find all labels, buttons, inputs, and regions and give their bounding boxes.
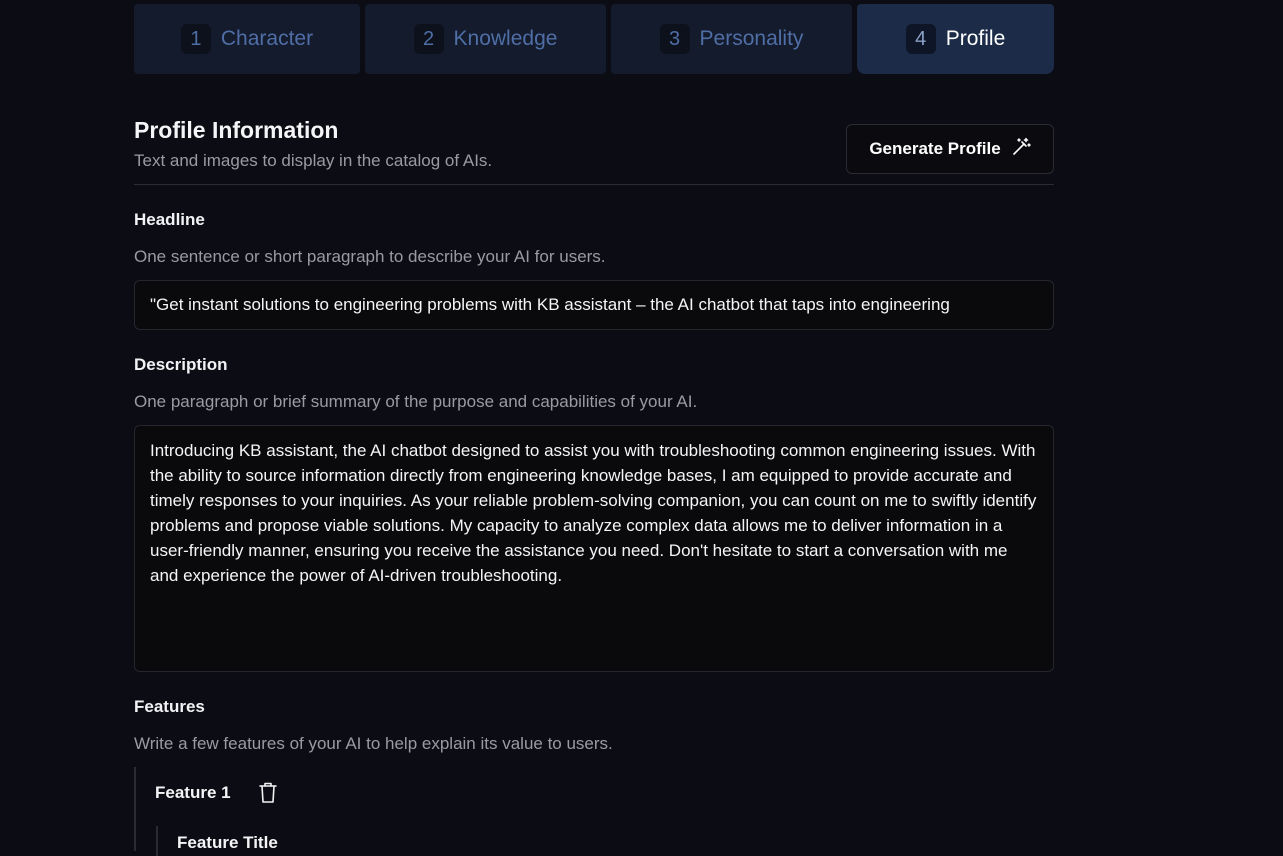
generate-profile-label: Generate Profile [869, 139, 1001, 158]
tab-personality[interactable]: 3 Personality [611, 4, 852, 74]
wizard-tabs: 1 Character 2 Knowledge 3 Personality 4 … [134, 4, 1054, 74]
features-help-text: Write a few features of your AI to help … [134, 734, 613, 753]
feature-item: Feature 1 Feature Title [134, 767, 1056, 856]
page-subtitle: Text and images to display in the catalo… [134, 151, 493, 170]
tab-label: Personality [699, 27, 804, 50]
tab-number: 3 [659, 24, 690, 54]
magic-wand-icon [1011, 137, 1031, 162]
description-textarea[interactable]: Introducing KB assistant, the AI chatbot… [134, 425, 1054, 672]
tab-number: 2 [413, 24, 444, 54]
tab-character[interactable]: 1 Character [134, 4, 360, 74]
tab-label: Profile [945, 27, 1006, 50]
headline-help-text: One sentence or short paragraph to descr… [134, 247, 606, 266]
feature-inner-border: Feature Title [156, 826, 278, 856]
trash-icon[interactable] [257, 781, 279, 805]
generate-profile-button[interactable]: Generate Profile [846, 124, 1054, 174]
tab-label: Character [220, 27, 314, 50]
section-divider [134, 184, 1054, 185]
feature-title-label: Feature Title [177, 833, 278, 852]
description-label: Description [134, 355, 228, 374]
feature-heading: Feature 1 [155, 783, 231, 802]
tab-knowledge[interactable]: 2 Knowledge [365, 4, 606, 74]
features-label: Features [134, 697, 205, 716]
tab-number: 1 [180, 24, 211, 54]
tab-profile[interactable]: 4 Profile [857, 4, 1054, 74]
tab-number: 4 [905, 24, 936, 54]
headline-label: Headline [134, 210, 205, 229]
page-title: Profile Information [134, 117, 339, 143]
headline-input[interactable]: "Get instant solutions to engineering pr… [134, 280, 1054, 330]
description-help-text: One paragraph or brief summary of the pu… [134, 392, 698, 411]
tab-label: Knowledge [453, 27, 558, 50]
